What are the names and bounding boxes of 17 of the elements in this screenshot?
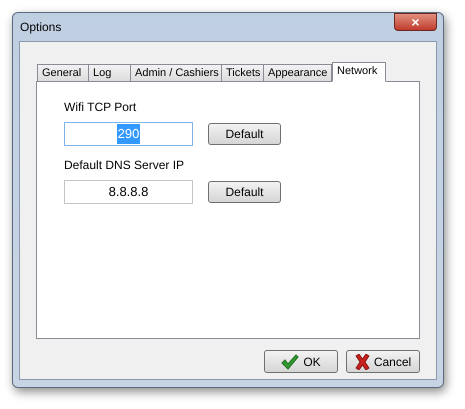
tab[interactable]: General bbox=[37, 64, 89, 81]
input-field[interactable]: 8.8.8.8 bbox=[64, 180, 193, 204]
ok-button[interactable]: OK bbox=[264, 350, 338, 373]
cancel-button[interactable]: Cancel bbox=[346, 350, 420, 373]
tab[interactable]: Network bbox=[332, 62, 386, 82]
field-label: Wifi TCP Port bbox=[64, 99, 138, 116]
default-button[interactable]: Default bbox=[208, 181, 281, 203]
default-button[interactable]: Default bbox=[208, 123, 281, 145]
tab[interactable]: Admin / Cashiers bbox=[130, 64, 222, 81]
cross-icon bbox=[354, 354, 370, 370]
field-label: Default DNS Server IP bbox=[64, 157, 186, 174]
tab[interactable]: Tickets bbox=[221, 64, 264, 81]
window-title: Options bbox=[19, 19, 62, 36]
close-button[interactable]: × bbox=[394, 13, 437, 31]
tab[interactable]: Appearance bbox=[263, 64, 332, 81]
tab[interactable]: Log bbox=[88, 64, 131, 81]
check-icon bbox=[281, 354, 300, 370]
